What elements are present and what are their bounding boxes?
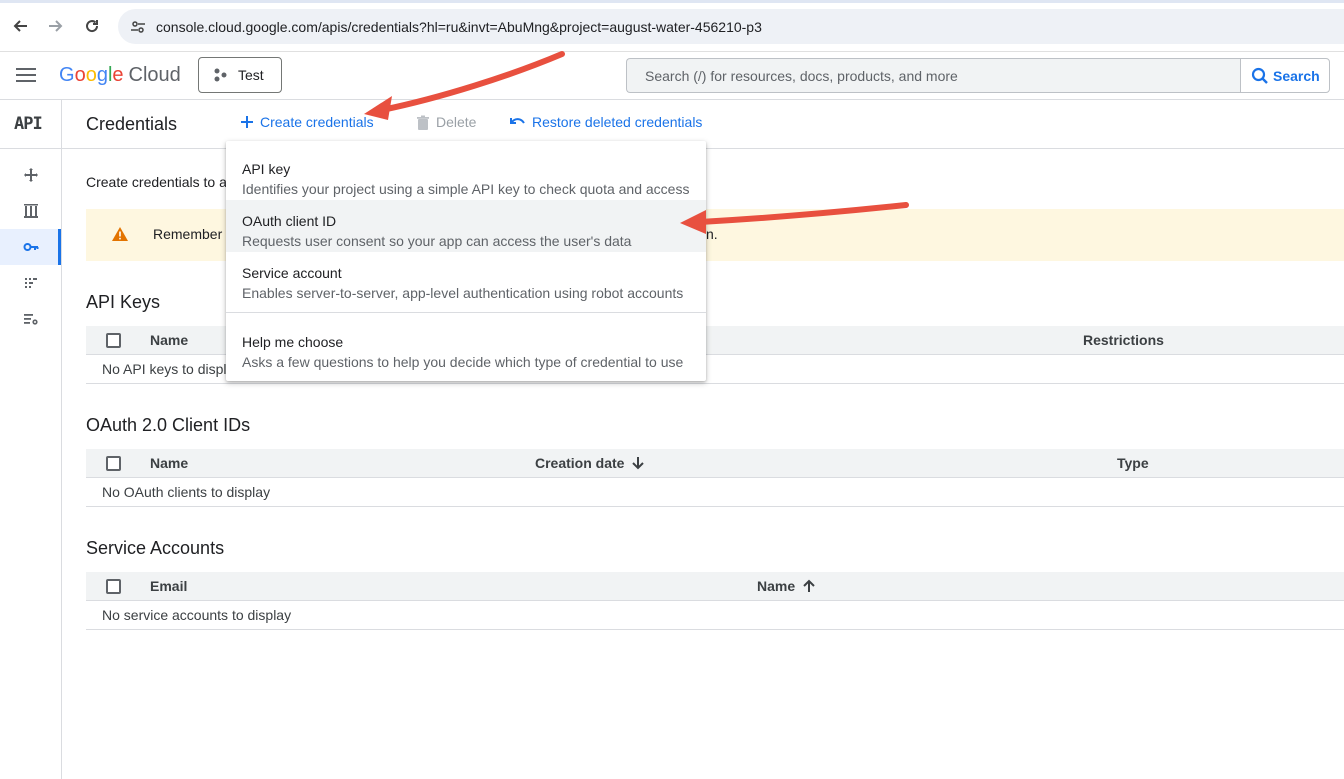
column-header-type[interactable]: Type xyxy=(1117,455,1149,471)
hamburger-menu-icon[interactable] xyxy=(16,68,36,82)
menu-item-description: Asks a few questions to help you decide … xyxy=(242,354,684,370)
delete-label: Delete xyxy=(436,114,477,130)
column-header-restrictions[interactable]: Restrictions xyxy=(1083,332,1164,348)
menu-divider xyxy=(226,312,706,313)
banner-text: Remember t xyxy=(153,226,231,242)
empty-row: No service accounts to display xyxy=(86,601,1344,630)
key-icon xyxy=(23,243,38,251)
tab-strip-edge xyxy=(0,0,1344,3)
name-label: Name xyxy=(757,578,796,594)
create-credentials-menu: API key Identifies your project using a … xyxy=(226,141,706,381)
forward-button[interactable] xyxy=(44,14,68,38)
menu-item-title: Service account xyxy=(242,265,342,281)
empty-message: No API keys to displ xyxy=(102,361,227,377)
service-accounts-table-header: Email Name xyxy=(86,572,1344,601)
oauth-title: OAuth 2.0 Client IDs xyxy=(86,415,251,435)
column-header-creation-date[interactable]: Creation date xyxy=(535,455,645,471)
empty-message: No service accounts to display xyxy=(102,607,292,623)
create-credentials-button[interactable]: Create credentials xyxy=(240,114,374,130)
address-bar[interactable]: console.cloud.google.com/apis/credential… xyxy=(118,9,1344,44)
menu-item-description: Requests user consent so your app can ac… xyxy=(242,233,632,249)
sort-up-icon xyxy=(803,579,815,592)
select-all-checkbox[interactable] xyxy=(106,579,121,594)
plus-icon xyxy=(241,116,253,128)
empty-message: No OAuth clients to display xyxy=(102,484,271,500)
menu-item-help-me-choose[interactable]: Help me choose Asks a few questions to h… xyxy=(226,321,706,373)
settings-list-icon xyxy=(23,314,38,325)
page-title: Credentials xyxy=(86,114,178,134)
rail-item-credentials[interactable] xyxy=(0,229,61,265)
rail-item-enabled-apis[interactable] xyxy=(0,157,61,193)
menu-item-title: OAuth client ID xyxy=(242,213,337,229)
search-placeholder: Search (/) for resources, docs, products… xyxy=(645,67,958,84)
console-header: Google Cloud Test Search (/) for resource… xyxy=(0,52,1344,100)
restore-deleted-credentials-button[interactable]: Restore deleted credentials xyxy=(510,114,702,130)
dots-grid-icon xyxy=(24,278,37,288)
creation-date-label: Creation date xyxy=(535,455,625,471)
trash-icon xyxy=(417,115,429,130)
select-all-checkbox[interactable] xyxy=(106,456,121,471)
rail-item-page-usage[interactable] xyxy=(0,265,61,301)
empty-row: No OAuth clients to display xyxy=(86,478,1344,507)
menu-item-api-key[interactable]: API key Identifies your project using a … xyxy=(226,148,706,200)
reload-icon xyxy=(86,20,99,33)
search-icon xyxy=(1251,67,1268,84)
rail-divider xyxy=(0,148,61,149)
search-button-label: Search xyxy=(1273,67,1320,84)
url-text: console.cloud.google.com/apis/credential… xyxy=(156,18,762,35)
sort-down-icon xyxy=(632,457,645,470)
menu-item-title: Help me choose xyxy=(242,334,344,350)
site-settings-icon[interactable] xyxy=(128,17,148,37)
menu-item-title: API key xyxy=(242,161,291,177)
back-button[interactable] xyxy=(8,14,32,38)
project-label: Test xyxy=(238,67,264,83)
project-picker-button[interactable]: Test xyxy=(198,57,282,93)
rail-item-settings[interactable] xyxy=(0,301,61,337)
browser-toolbar: console.cloud.google.com/apis/credential… xyxy=(0,0,1344,52)
select-all-checkbox[interactable] xyxy=(106,333,121,348)
api-keys-title: API Keys xyxy=(86,292,161,312)
left-rail: API xyxy=(0,100,62,779)
forward-arrow-icon xyxy=(49,20,63,32)
banner-text-end: n. xyxy=(706,226,718,242)
menu-item-description: Enables server-to-server, app-level auth… xyxy=(242,285,684,301)
api-logo: API xyxy=(14,114,43,134)
intro-text: Create credentials to a xyxy=(86,174,227,190)
back-arrow-icon xyxy=(13,20,27,32)
project-icon xyxy=(214,68,227,82)
menu-item-description: Identifies your project using a simple A… xyxy=(242,181,690,197)
column-header-name[interactable]: Name xyxy=(757,578,815,594)
column-header-name[interactable]: Name xyxy=(150,332,188,348)
move-icon xyxy=(23,168,38,182)
column-header-email[interactable]: Email xyxy=(150,578,187,594)
delete-button[interactable]: Delete xyxy=(416,114,476,130)
oauth-table-header: Name Creation date Type xyxy=(86,449,1344,478)
restore-label: Restore deleted credentials xyxy=(532,114,703,130)
undo-icon xyxy=(510,118,525,124)
create-credentials-label: Create credentials xyxy=(260,114,374,130)
column-header-name[interactable]: Name xyxy=(150,455,188,471)
search-button[interactable]: Search xyxy=(1240,58,1330,93)
menu-item-service-account[interactable]: Service account Enables server-to-server… xyxy=(226,252,706,304)
library-icon xyxy=(23,204,38,218)
service-accounts-title: Service Accounts xyxy=(86,538,225,558)
reload-button[interactable] xyxy=(80,14,104,38)
search-input[interactable]: Search (/) for resources, docs, products… xyxy=(626,58,1240,93)
rail-item-library[interactable] xyxy=(0,193,61,229)
warning-icon xyxy=(112,227,128,241)
google-cloud-logo[interactable]: Google Cloud xyxy=(59,64,181,87)
menu-item-oauth-client-id[interactable]: OAuth client ID Requests user consent so… xyxy=(226,200,706,252)
